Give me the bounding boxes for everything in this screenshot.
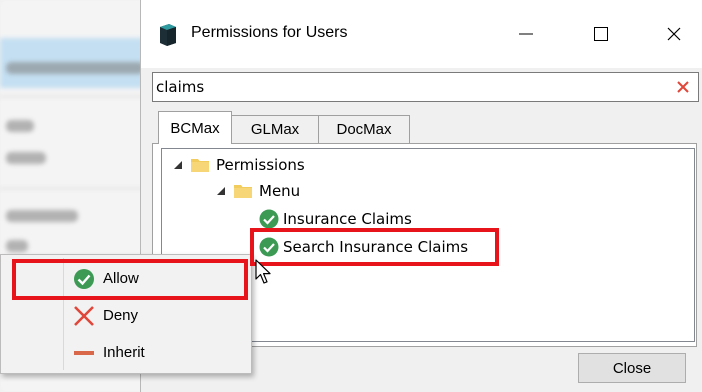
clear-search-icon[interactable] <box>676 80 690 94</box>
minimize-icon <box>519 33 533 35</box>
tree-node-label: Insurance Claims <box>283 210 412 228</box>
window-close-button[interactable] <box>649 14 699 54</box>
menu-item-label: Deny <box>103 306 139 324</box>
tree-node-search-insurance-claims[interactable]: Search Insurance Claims <box>259 236 468 258</box>
tab-docmax[interactable]: DocMax <box>318 115 410 143</box>
maximize-button[interactable] <box>576 14 626 54</box>
search-box <box>152 72 699 102</box>
tree-node-menu[interactable]: Menu <box>216 180 300 202</box>
background-divider <box>0 96 150 97</box>
background-divider <box>0 188 150 189</box>
tree-node-label: Search Insurance Claims <box>283 238 469 256</box>
folder-icon <box>191 159 209 172</box>
close-button[interactable]: Close <box>578 353 686 383</box>
menu-item-allow[interactable]: Allow <box>3 260 249 296</box>
background-text <box>6 62 144 74</box>
tree-node-label: Menu <box>259 182 301 200</box>
app-icon <box>160 24 176 46</box>
title-bar: Permissions for Users <box>141 0 702 68</box>
tab-glmax[interactable]: GLMax <box>231 115 319 143</box>
minimize-button[interactable] <box>501 14 551 54</box>
menu-item-inherit[interactable]: Inherit <box>3 334 249 370</box>
tree-node-label: Permissions <box>216 156 305 174</box>
maximize-icon <box>594 27 608 41</box>
expanded-arrow-icon[interactable] <box>173 160 183 170</box>
window-title: Permissions for Users <box>191 24 348 41</box>
folder-icon <box>234 185 252 198</box>
background-text <box>6 240 28 252</box>
tab-bcmax[interactable]: BCMax <box>158 111 232 144</box>
x-icon <box>74 306 94 326</box>
background-text <box>6 120 34 132</box>
dash-icon <box>74 351 94 355</box>
check-circle-icon <box>259 237 279 257</box>
check-circle-icon <box>259 209 279 229</box>
background-text <box>6 152 46 164</box>
tree-node-insurance-claims[interactable]: Insurance Claims <box>259 208 412 230</box>
expanded-arrow-icon[interactable] <box>216 186 226 196</box>
menu-item-label: Allow <box>103 269 139 287</box>
background-text <box>6 210 78 222</box>
search-input[interactable] <box>153 73 653 101</box>
menu-item-deny[interactable]: Deny <box>3 297 249 333</box>
check-circle-icon <box>74 269 94 289</box>
context-menu: Allow Deny Inherit <box>0 254 252 374</box>
mouse-pointer-icon <box>255 259 271 284</box>
menu-item-label: Inherit <box>103 343 145 361</box>
tree-node-permissions[interactable]: Permissions <box>173 154 305 176</box>
close-icon <box>667 27 681 41</box>
